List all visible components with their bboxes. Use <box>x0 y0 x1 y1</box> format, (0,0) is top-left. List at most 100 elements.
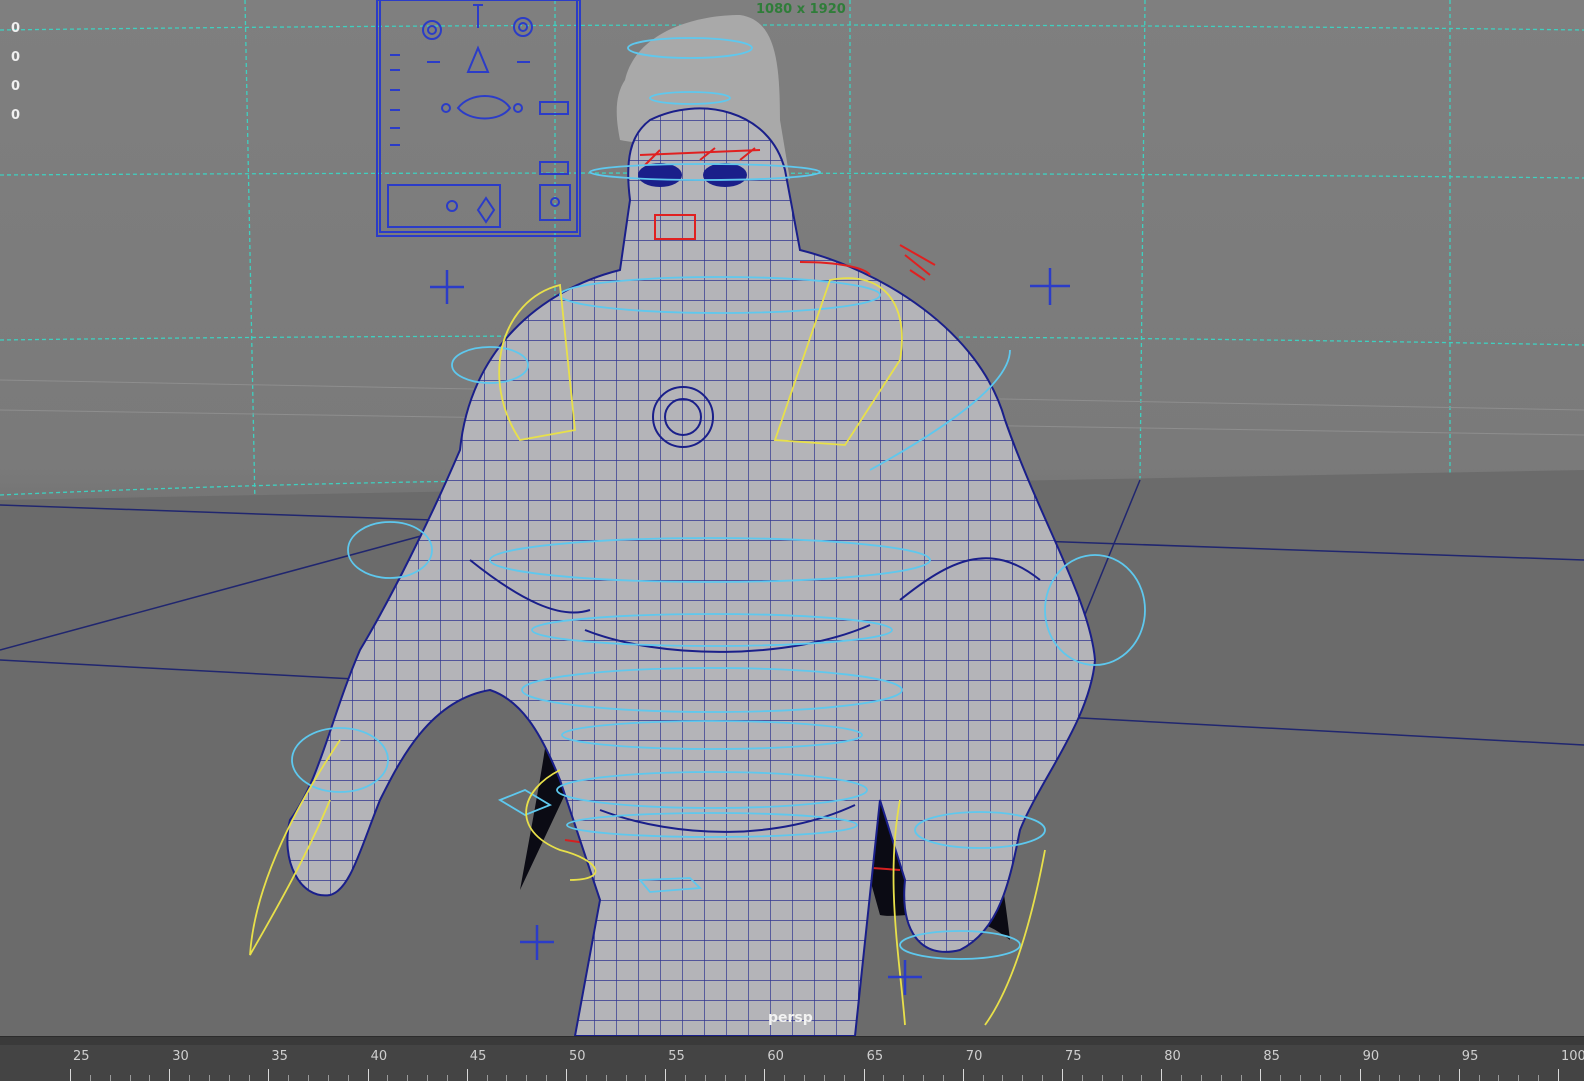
face-control-panel-icon <box>376 0 581 237</box>
resolution-gate-label: 1080 x 1920 <box>756 2 846 17</box>
timeline-tick <box>70 1069 71 1081</box>
timeline-tick <box>724 1075 726 1081</box>
timeline-frame-label: 35 <box>271 1049 288 1064</box>
timeline-tick <box>506 1075 508 1081</box>
timeline-tick <box>248 1075 250 1081</box>
timeline-tick <box>1181 1075 1183 1081</box>
timeline-tick <box>804 1075 806 1081</box>
timeline-tick <box>1319 1075 1321 1081</box>
timeline-tick <box>764 1069 766 1081</box>
timeline-tick <box>1300 1075 1302 1081</box>
timeline-frame-label: 95 <box>1461 1049 1479 1064</box>
timeline-tick <box>665 1069 667 1081</box>
timeline-tick <box>1141 1075 1143 1081</box>
timeline-tick <box>1498 1075 1500 1081</box>
timeline-frame-label: 70 <box>965 1049 983 1064</box>
time-slider[interactable]: 25 30 35 40 45 50 55 60 65 70 75 80 85 90 95 100 <box>0 1036 1584 1081</box>
timeline-tick <box>744 1075 746 1081</box>
timeline-tick <box>625 1075 627 1081</box>
timeline-tick <box>208 1075 210 1081</box>
hud-value-4: 0 <box>11 108 21 123</box>
timeline-tick <box>446 1075 448 1081</box>
timeline-tick <box>645 1075 647 1081</box>
timeline-frame-label: 75 <box>1065 1049 1082 1064</box>
timeline-frame-label: 50 <box>569 1049 586 1064</box>
timeline-tick <box>923 1075 925 1081</box>
timeline-tick <box>1478 1075 1480 1081</box>
timeline-tick <box>1518 1075 1520 1081</box>
timeline-tick <box>1240 1075 1242 1081</box>
timeline-tick <box>1161 1069 1163 1081</box>
timeline-frame-label: 30 <box>172 1049 189 1064</box>
timeline-tick <box>903 1075 905 1081</box>
timeline-frame-label: 90 <box>1362 1049 1380 1064</box>
hud-value-2: 0 <box>11 50 21 65</box>
timeline-tick <box>685 1075 687 1081</box>
timeline-tick <box>1419 1075 1421 1081</box>
timeline-tick <box>605 1075 607 1081</box>
timeline-tick <box>1558 1069 1559 1081</box>
timeline-tick <box>149 1075 151 1081</box>
timeline-tick <box>546 1075 548 1081</box>
timeline-tick <box>1022 1075 1024 1081</box>
timeline-tick <box>288 1075 290 1081</box>
hud-value-1: 0 <box>11 21 21 36</box>
timeline-frame-label: 80 <box>1164 1049 1181 1064</box>
timeline-frame-label: 100 <box>1561 1049 1584 1064</box>
timeline-tick <box>367 1069 369 1081</box>
timeline-tick <box>704 1075 706 1081</box>
timeline-tick <box>843 1075 845 1081</box>
viewport-scene <box>0 0 1584 1036</box>
timeline-frame-label: 85 <box>1263 1049 1280 1064</box>
timeline-tick <box>1002 1075 1004 1081</box>
time-slider-header <box>0 1037 1584 1045</box>
timeline-tick <box>129 1075 131 1081</box>
timeline-tick <box>1260 1069 1262 1081</box>
timeline-tick <box>1042 1075 1044 1081</box>
timeline-tick <box>1458 1069 1460 1081</box>
timeline-tick <box>566 1069 567 1081</box>
timeline-tick <box>1359 1069 1361 1081</box>
timeline-tick <box>189 1075 191 1081</box>
timeline-tick <box>1062 1069 1063 1081</box>
timeline-tick <box>169 1069 171 1081</box>
timeline-tick <box>1121 1075 1123 1081</box>
timeline-tick <box>387 1075 389 1081</box>
timeline-tick <box>486 1075 488 1081</box>
timeline-tick <box>1200 1075 1202 1081</box>
timeline-tick <box>1101 1075 1103 1081</box>
timeline-tick <box>407 1075 409 1081</box>
timeline-tick <box>863 1069 865 1081</box>
timeline-tick <box>1339 1075 1341 1081</box>
timeline-tick <box>1280 1075 1282 1081</box>
timeline-frame-label: 65 <box>866 1049 884 1064</box>
camera-name-label: persp <box>768 1010 813 1026</box>
timeline-tick <box>89 1075 91 1081</box>
timeline-tick <box>466 1069 468 1081</box>
timeline-tick <box>347 1075 349 1081</box>
timeline-tick <box>1081 1075 1083 1081</box>
timeline-tick <box>427 1075 429 1081</box>
timeline-tick <box>1220 1075 1222 1081</box>
timeline-frame-label: 60 <box>767 1049 784 1064</box>
timeline-tick <box>823 1075 825 1081</box>
timeline-tick <box>883 1075 885 1081</box>
timeline-frame-label: 25 <box>73 1049 90 1064</box>
timeline-tick <box>268 1069 270 1081</box>
timeline-tick <box>1438 1075 1440 1081</box>
timeline-tick <box>585 1075 587 1081</box>
timeline-tick <box>942 1075 944 1081</box>
timeline-tick <box>526 1075 528 1081</box>
timeline-tick <box>1538 1075 1540 1081</box>
timeline-tick <box>784 1075 786 1081</box>
timeline-tick <box>962 1069 964 1081</box>
timeline-frame-label: 45 <box>469 1049 487 1064</box>
timeline-tick <box>1399 1075 1401 1081</box>
timeline-tick <box>228 1075 230 1081</box>
timeline-tick <box>308 1075 310 1081</box>
timeline-frame-label: 55 <box>668 1049 685 1064</box>
timeline-tick <box>982 1075 984 1081</box>
timeline-tick <box>109 1075 111 1081</box>
hud-value-3: 0 <box>11 79 21 94</box>
maya-viewport[interactable]: 0 0 0 0 1080 x 1920 persp <box>0 0 1584 1036</box>
